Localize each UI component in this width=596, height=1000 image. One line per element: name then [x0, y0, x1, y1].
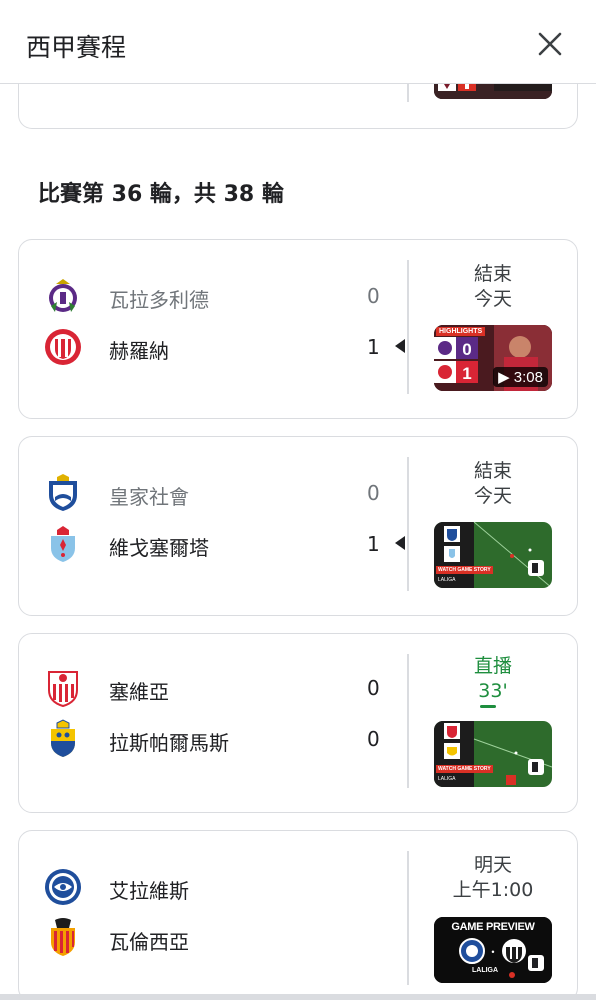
status-date: 今天 — [473, 485, 512, 507]
home-team-name: 塞維亞 — [109, 680, 169, 704]
card-divider — [407, 654, 409, 788]
home-team-row: 皇家社會 0 — [43, 473, 393, 513]
away-team-score: 1 — [367, 335, 380, 359]
match-card[interactable]: 瓦拉多利德 0 赫羅納 1 結束 今天 0 1 HIGHLIGHTS ▶ 3:0… — [18, 239, 578, 419]
card-divider — [407, 260, 409, 394]
page-title: 西甲賽程 — [26, 33, 127, 62]
card-divider — [407, 851, 409, 985]
card-divider — [407, 84, 409, 102]
status-date: 今天 — [473, 288, 512, 310]
close-button[interactable] — [530, 24, 570, 64]
story-label: WATCH GAME STORY — [436, 566, 493, 574]
winner-indicator-icon — [395, 536, 405, 550]
home-team-row: 艾拉維斯 — [43, 867, 393, 907]
home-team-score: 0 — [367, 481, 380, 505]
match-status: 結束 今天 — [433, 459, 553, 509]
home-team-row: 塞維亞 0 — [43, 668, 393, 708]
highlights-video-thumbnail[interactable]: 0 1 HIGHLIGHTS ▶ 3:08 — [434, 325, 552, 391]
laliga-logo: LALIGA — [472, 967, 499, 974]
laliga-logo: LALIGA — [438, 776, 456, 782]
live-label: 直播 — [473, 655, 512, 677]
live-minute: 33' — [478, 680, 508, 702]
match-card[interactable]: 塞維亞 0 拉斯帕爾馬斯 0 直播 33' WATCH GAME STORY L… — [18, 633, 578, 813]
away-team-name: 維戈塞爾塔 — [109, 536, 209, 560]
girona-crest-icon — [45, 329, 81, 365]
sevilla-crest-icon — [48, 671, 78, 708]
away-team-row: 拉斯帕爾馬斯 0 — [43, 719, 393, 759]
las-palmas-crest-icon — [51, 719, 75, 757]
away-team-row: 維戈塞爾塔 1 — [43, 524, 405, 564]
game-story-thumbnail[interactable]: WATCH GAME STORY LALIGA — [434, 522, 552, 588]
away-team-score: 0 — [367, 727, 380, 751]
match-status: 結束 今天 — [433, 262, 553, 312]
laliga-logo: LALIGA — [438, 577, 456, 583]
valladolid-crest-icon — [49, 279, 77, 312]
status-label: 結束 — [473, 460, 512, 482]
valencia-crest-icon — [51, 918, 75, 956]
home-team-row: 瓦拉多利德 0 — [43, 276, 393, 316]
celta-crest-icon — [51, 526, 75, 562]
winner-indicator-icon — [395, 339, 405, 353]
game-story-thumbnail[interactable]: WATCH GAME STORY LALIGA — [434, 721, 552, 787]
highlight-away-score: 1 — [462, 364, 471, 383]
away-team-score: 1 — [367, 532, 380, 556]
home-team-name: 艾拉維斯 — [109, 879, 189, 903]
home-team-name: 瓦拉多利德 — [109, 288, 209, 312]
story-icon — [528, 560, 544, 576]
away-team-name: 赫羅納 — [109, 339, 169, 363]
card-divider — [407, 457, 409, 591]
away-team-name: 瓦倫西亞 — [109, 930, 189, 954]
bottom-edge — [0, 994, 596, 1000]
match-card[interactable]: 艾拉維斯 瓦倫西亞 明天 上午1:00 • GAME PREVIEW LALIG… — [18, 830, 578, 1000]
away-team-row: 赫羅納 1 — [43, 327, 405, 367]
status-time: 上午1:00 — [452, 879, 534, 901]
highlight-home-score: 0 — [462, 340, 471, 359]
video-duration-text: 3:08 — [513, 369, 543, 386]
status-day: 明天 — [473, 854, 512, 876]
header-bar: 西甲賽程 — [0, 0, 596, 84]
real-sociedad-crest-icon — [49, 474, 77, 511]
match-status: 直播 33' — [433, 654, 553, 704]
live-indicator — [480, 705, 496, 708]
game-preview-thumbnail[interactable]: • GAME PREVIEW LALIGA — [434, 917, 552, 983]
close-icon — [538, 32, 562, 56]
away-team-name: 拉斯帕爾馬斯 — [109, 731, 229, 755]
preview-label: GAME PREVIEW — [451, 921, 535, 933]
match-status: 明天 上午1:00 — [433, 853, 553, 903]
home-team-score: 0 — [367, 284, 380, 308]
story-label: WATCH GAME STORY — [436, 765, 493, 773]
story-icon — [528, 955, 544, 971]
match-card[interactable]: 皇家社會 0 維戈塞爾塔 1 結束 今天 WATCH GAME STORY LA… — [18, 436, 578, 616]
story-icon — [528, 759, 544, 775]
away-team-row: 瓦倫西亞 — [43, 918, 393, 958]
alaves-crest-icon — [45, 869, 81, 905]
home-team-score: 0 — [367, 676, 380, 700]
home-team-name: 皇家社會 — [109, 485, 189, 509]
versus-icon: • — [491, 947, 494, 957]
video-duration: ▶ 3:08 — [493, 367, 548, 387]
round-title: 比賽第 36 輪，共 38 輪 — [38, 182, 284, 207]
highlights-label: HIGHLIGHTS — [436, 327, 486, 336]
play-icon: ▶ — [498, 369, 514, 386]
status-label: 結束 — [473, 263, 512, 285]
